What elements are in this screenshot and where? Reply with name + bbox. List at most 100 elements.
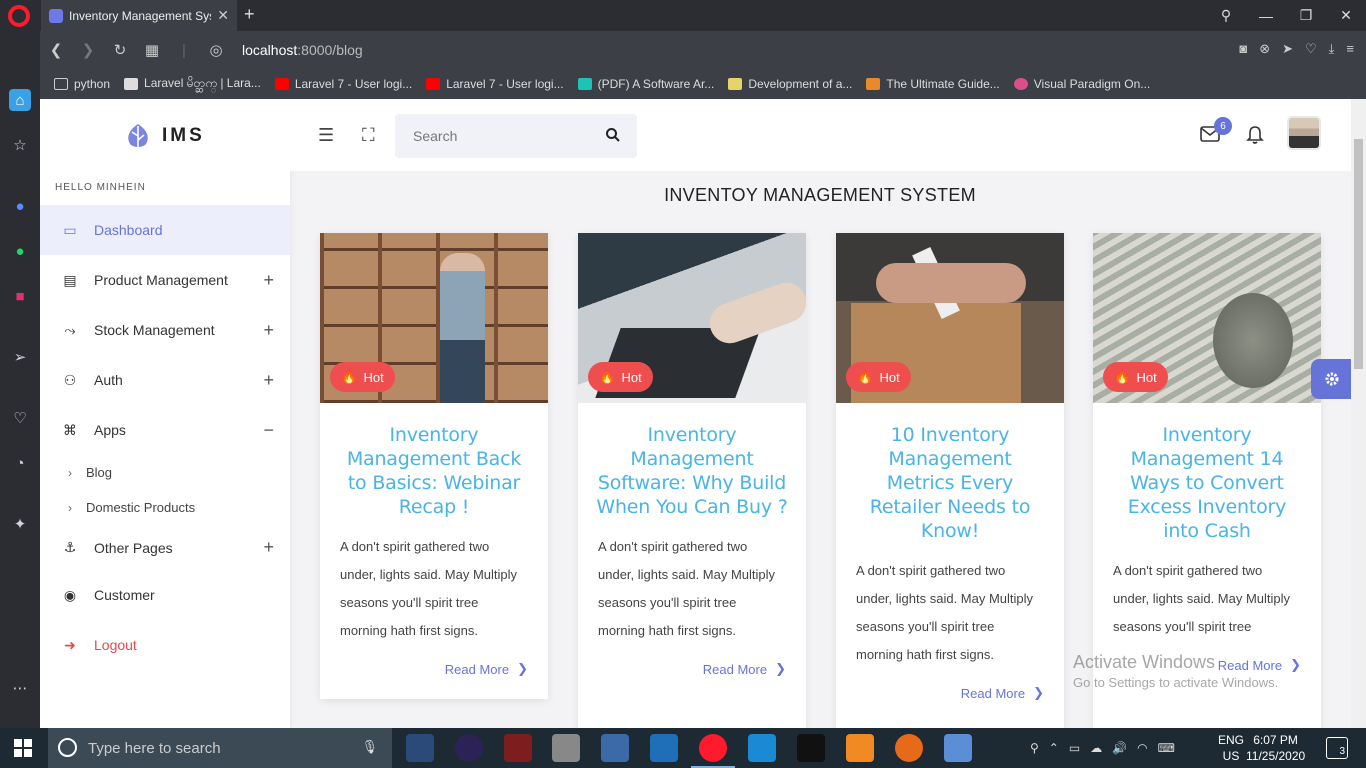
bookmark-item[interactable]: (PDF) A Software Ar...: [577, 77, 714, 91]
bookmark-item[interactable]: The Ultimate Guide...: [866, 77, 1000, 91]
read-more-link[interactable]: Read More ❯: [836, 669, 1064, 723]
sidebar-item-other-pages[interactable]: ⚓ Other Pages +: [40, 525, 290, 570]
collapse-minus-icon[interactable]: −: [263, 420, 274, 441]
speed-dial-icon[interactable]: ▦: [136, 41, 168, 59]
camera-icon[interactable]: ◙: [1239, 41, 1247, 57]
read-more-link[interactable]: Read More ❯: [578, 645, 806, 699]
sidebar-item-apps[interactable]: ⌘ Apps −: [40, 405, 290, 455]
card-image-cash[interactable]: 🔥 Hot: [1093, 233, 1321, 403]
onedrive-icon[interactable]: ☁: [1090, 741, 1102, 755]
opera-logo-icon[interactable]: [8, 5, 30, 27]
search-input[interactable]: [413, 128, 593, 144]
bookmark-item[interactable]: Visual Paradigm On...: [1013, 77, 1150, 91]
instagram-icon[interactable]: ■: [9, 285, 31, 307]
minimize-icon[interactable]: —: [1246, 8, 1286, 24]
bookmark-item[interactable]: Laravel 7 - User logi...: [426, 77, 564, 91]
expand-plus-icon[interactable]: +: [263, 370, 274, 391]
vscode-icon[interactable]: [748, 734, 776, 762]
forward-icon[interactable]: ❯: [72, 41, 104, 59]
people-icon[interactable]: ⚲: [1030, 741, 1039, 755]
card-image-laptop[interactable]: 🔥 Hot: [578, 233, 806, 403]
taskbar-search[interactable]: Type here to search 🎙: [48, 728, 392, 768]
heart-icon[interactable]: ♡: [1305, 41, 1317, 57]
bookmark-item[interactable]: Development of a...: [728, 77, 852, 91]
database-icon[interactable]: [552, 734, 580, 762]
brand-logo[interactable]: IMS: [122, 122, 205, 150]
adblock-icon[interactable]: ⊗: [1259, 41, 1270, 57]
card-title[interactable]: 10 Inventory Management Metrics Every Re…: [836, 403, 1064, 543]
hamburger-menu-icon[interactable]: ☰: [318, 125, 334, 146]
search-tabs-icon[interactable]: ⚲: [1206, 7, 1246, 24]
bookmark-label: Laravel မိတ္ဆက္ | Lara...: [144, 76, 261, 90]
sidebar-item-product-management[interactable]: ▤ Product Management +: [40, 255, 290, 305]
paint-icon[interactable]: [944, 734, 972, 762]
bookmark-item[interactable]: Laravel 7 - User logi...: [274, 77, 412, 91]
back-icon[interactable]: ❮: [40, 41, 72, 59]
card-title[interactable]: Inventory Management 14 Ways to Convert …: [1093, 403, 1321, 543]
sidebar-subitem-domestic-products[interactable]: › Domestic Products: [40, 490, 290, 525]
chevron-up-icon[interactable]: ⌃: [1049, 741, 1059, 755]
settings-fab[interactable]: [1311, 359, 1353, 399]
language-indicator[interactable]: ENG US: [1218, 732, 1244, 764]
eclipse-icon[interactable]: [455, 734, 483, 762]
history-icon[interactable]: ◔: [9, 452, 31, 474]
user-avatar[interactable]: [1289, 118, 1319, 148]
terminal-icon[interactable]: [797, 734, 825, 762]
search-icon[interactable]: [605, 127, 621, 143]
page-scrollbar[interactable]: [1351, 99, 1366, 728]
taskbar-app-icon[interactable]: [504, 734, 532, 762]
card-image-warehouse[interactable]: 🔥 Hot: [320, 233, 548, 403]
restore-icon[interactable]: ❐: [1286, 7, 1326, 24]
bookmark-item[interactable]: Laravel မိတ္ဆက္ | Lara...: [124, 75, 261, 93]
url-field[interactable]: localhost:8000/blog: [242, 42, 363, 58]
battery-icon[interactable]: ▭: [1069, 741, 1080, 755]
sidebar-item-logout[interactable]: ➜ Logout: [40, 620, 290, 670]
expand-plus-icon[interactable]: +: [263, 270, 274, 291]
xampp-icon[interactable]: [846, 734, 874, 762]
send-icon[interactable]: ➤: [1282, 41, 1293, 57]
microphone-icon[interactable]: 🎙: [361, 739, 378, 755]
firefox-icon[interactable]: [895, 734, 923, 762]
tab-close-icon[interactable]: ✕: [217, 7, 229, 24]
fullscreen-icon[interactable]: ⛶: [362, 125, 375, 146]
home-icon[interactable]: ⌂: [9, 89, 31, 111]
browser-tab[interactable]: Inventory Management Sys ✕: [41, 0, 237, 31]
reload-icon[interactable]: ↻: [104, 41, 136, 59]
python-icon[interactable]: [601, 734, 629, 762]
opera-taskbar-icon[interactable]: [691, 734, 735, 768]
expand-plus-icon[interactable]: +: [263, 320, 274, 341]
windows-start-icon[interactable]: [14, 739, 32, 757]
expand-plus-icon[interactable]: +: [263, 537, 274, 558]
download-icon[interactable]: ⤓: [1329, 41, 1335, 57]
notification-center-icon[interactable]: 3: [1326, 737, 1348, 759]
whatsapp-icon[interactable]: ●: [9, 240, 31, 262]
sidebar-item-dashboard[interactable]: ▭ Dashboard: [40, 205, 290, 255]
brand-name: IMS: [162, 125, 205, 146]
bookmark-item[interactable]: python: [54, 77, 110, 91]
sidebar-item-customer[interactable]: ◉ Customer: [40, 570, 290, 620]
menu-icon[interactable]: ≡: [1346, 41, 1354, 57]
volume-icon[interactable]: 🔊: [1112, 741, 1127, 755]
bookmarks-star-icon[interactable]: ☆: [9, 134, 31, 156]
scrollbar-thumb[interactable]: [1354, 139, 1363, 369]
card-image-box[interactable]: 🔥 Hot: [836, 233, 1064, 403]
taskbar-app-icon[interactable]: [406, 734, 434, 762]
sidebar-subitem-blog[interactable]: › Blog: [40, 455, 290, 490]
card-title[interactable]: Inventory Management Back to Basics: Web…: [320, 403, 548, 519]
taskbar-app-icon[interactable]: [650, 734, 678, 762]
read-more-link[interactable]: Read More ❯: [320, 645, 548, 699]
sidebar-item-stock-management[interactable]: ⤳ Stock Management +: [40, 305, 290, 355]
close-window-icon[interactable]: ✕: [1326, 7, 1366, 24]
taskbar-clock[interactable]: 6:07 PM 11/25/2020: [1246, 732, 1305, 764]
lightbulb-icon[interactable]: ✦: [9, 513, 31, 535]
more-icon[interactable]: ⋯: [9, 677, 31, 699]
card-title[interactable]: Inventory Management Software: Why Build…: [578, 403, 806, 519]
flow-icon[interactable]: ➢: [9, 346, 31, 368]
new-tab-icon[interactable]: +: [244, 4, 255, 25]
keyboard-icon[interactable]: ⌨: [1158, 741, 1175, 755]
wifi-icon[interactable]: ◠: [1137, 741, 1147, 755]
messenger-icon[interactable]: ●: [9, 195, 31, 217]
heart-icon[interactable]: ♡: [9, 407, 31, 429]
sidebar-item-auth[interactable]: ⚇ Auth +: [40, 355, 290, 405]
bell-icon[interactable]: [1246, 125, 1264, 145]
